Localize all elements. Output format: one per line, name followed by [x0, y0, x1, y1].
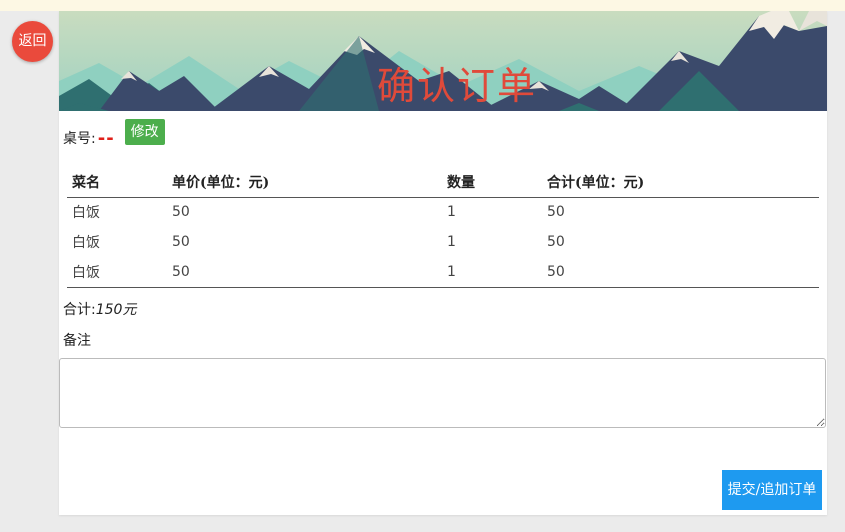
- table-row: 白饭 50 1 50: [67, 257, 819, 288]
- cell-price: 50: [172, 204, 190, 221]
- table-number-row: 桌号: -- 修改: [63, 119, 165, 150]
- remark-label: 备注: [63, 333, 91, 349]
- remark-textarea[interactable]: [59, 358, 826, 428]
- order-table: 菜名 单价(单位：元) 数量 合计(单位：元) 白饭 50 1 50 白饭 50…: [67, 167, 819, 288]
- table-header-row: 菜名 单价(单位：元) 数量 合计(单位：元): [67, 167, 819, 198]
- column-header-dish: 菜名: [67, 167, 167, 198]
- order-panel: 确认订单 桌号: -- 修改 菜名 单价(单位：元) 数量 合计(单位：元) 白…: [59, 11, 827, 515]
- cell-subtotal: 50: [542, 257, 819, 288]
- modify-table-button[interactable]: 修改: [124, 119, 165, 145]
- cell-subtotal: 50: [547, 204, 565, 221]
- cell-dish: 白饭: [72, 235, 100, 251]
- table-number-value: --: [97, 127, 115, 149]
- column-header-price: 单价(单位：元): [167, 167, 442, 198]
- cell-dish: 白饭: [72, 205, 100, 222]
- cell-price: 50: [167, 257, 442, 288]
- table-number-label: 桌号:: [63, 131, 96, 147]
- total-value: 150元: [95, 302, 137, 318]
- table-row: 白饭 50 1 50: [67, 227, 819, 257]
- column-header-quantity: 数量: [442, 167, 542, 198]
- page-title: 确认订单: [376, 64, 537, 108]
- submit-order-button[interactable]: 提交/追加订单: [722, 470, 822, 510]
- total-label: 合计:: [63, 302, 96, 318]
- cell-price: 50: [172, 234, 190, 250]
- table-row: 白饭 50 1 50: [67, 197, 819, 227]
- cell-subtotal: 50: [547, 234, 565, 250]
- top-strip: [0, 0, 845, 11]
- header-banner: 确认订单: [59, 11, 827, 111]
- cell-quantity: 1: [447, 204, 456, 221]
- cell-dish: 白饭: [67, 257, 167, 288]
- cell-quantity: 1: [447, 234, 456, 250]
- order-total: 合计:150元: [63, 299, 136, 319]
- cell-quantity: 1: [442, 257, 542, 288]
- back-button[interactable]: 返回: [12, 21, 53, 62]
- column-header-subtotal: 合计(单位：元): [542, 167, 819, 198]
